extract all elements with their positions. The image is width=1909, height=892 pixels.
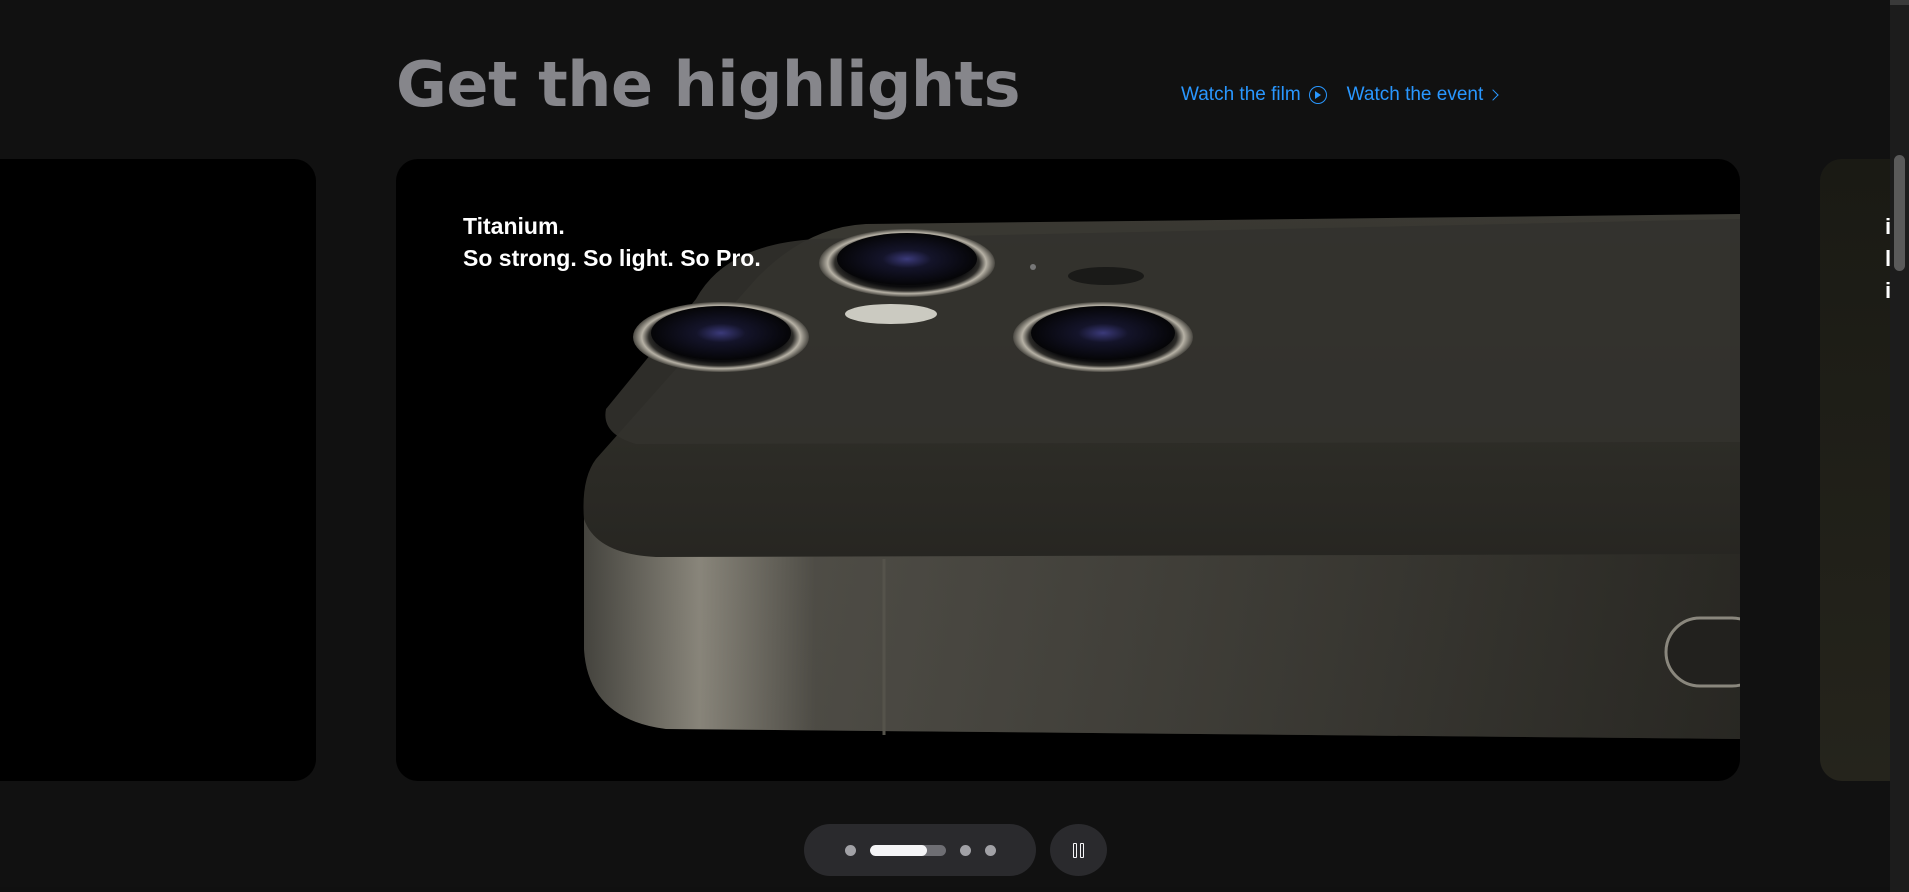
pager-dot-1[interactable]	[844, 844, 856, 856]
scrollbar-thumb[interactable]	[1894, 155, 1905, 271]
active-slide-card[interactable]: Titanium. So strong. So light. So Pro.	[396, 159, 1740, 781]
play-circle-icon	[1308, 86, 1327, 104]
highlights-section: Get the highlights Watch the film Watch …	[0, 0, 1890, 887]
watch-film-link[interactable]: Watch the film	[1181, 84, 1327, 106]
pager-dot-3[interactable]	[959, 844, 971, 856]
pager-dot-4[interactable]	[984, 844, 996, 856]
pager-dot-active[interactable]	[869, 844, 946, 856]
caption-line-1: Titanium.	[463, 213, 565, 239]
section-title: Get the highlights	[396, 48, 1021, 121]
page-scrollbar[interactable]	[1890, 5, 1909, 892]
previous-slide-card[interactable]	[0, 159, 316, 781]
caption-line-2: So strong. So light. So Pro.	[463, 245, 761, 271]
pause-button[interactable]	[1050, 824, 1107, 876]
watch-event-label: Watch the event	[1346, 84, 1484, 105]
slide-pager	[804, 824, 1036, 876]
slide-caption: Titanium. So strong. So light. So Pro.	[463, 210, 761, 274]
watch-film-label: Watch the film	[1181, 84, 1301, 105]
next-slide-card[interactable]: i l i	[1820, 159, 1890, 781]
chevron-right-icon	[1487, 89, 1499, 101]
pager-progress-fill	[869, 844, 927, 856]
section-links: Watch the film Watch the event	[1181, 84, 1499, 106]
watch-event-link[interactable]: Watch the event	[1346, 84, 1499, 106]
pause-icon	[1073, 842, 1084, 858]
